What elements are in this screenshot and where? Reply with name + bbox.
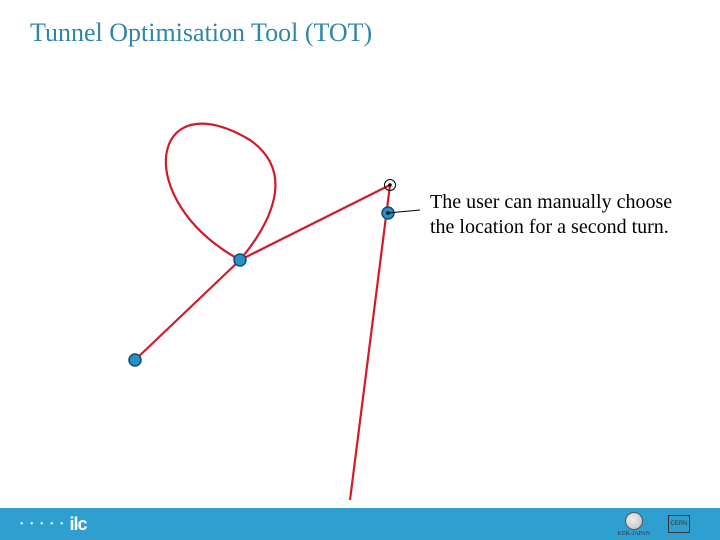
slide: Tunnel Optimisation Tool (TOT) The user … [0,0,720,540]
caption-text: The user can manually choose the locatio… [430,190,690,240]
dots-icon: • • • • • [20,519,66,530]
kek-label: KEK-JAPAN [618,531,650,537]
cern-label: CERN [670,521,687,527]
cern-logo: CERN [668,515,690,533]
tunnel-path [135,124,390,500]
slide-title: Tunnel Optimisation Tool (TOT) [30,18,372,48]
globe-icon [625,512,643,530]
footer-right: KEK-JAPAN CERN [618,512,690,537]
endpoint-marker [388,183,392,187]
control-point[interactable] [234,254,246,266]
control-point[interactable] [129,354,141,366]
tunnel-diagram [90,100,490,500]
ilc-logo: ilc [70,514,87,535]
footer-bar: • • • • • ilc KEK-JAPAN CERN [0,508,720,540]
footer-left: • • • • • ilc [20,514,87,535]
kek-logo: KEK-JAPAN [618,512,650,537]
